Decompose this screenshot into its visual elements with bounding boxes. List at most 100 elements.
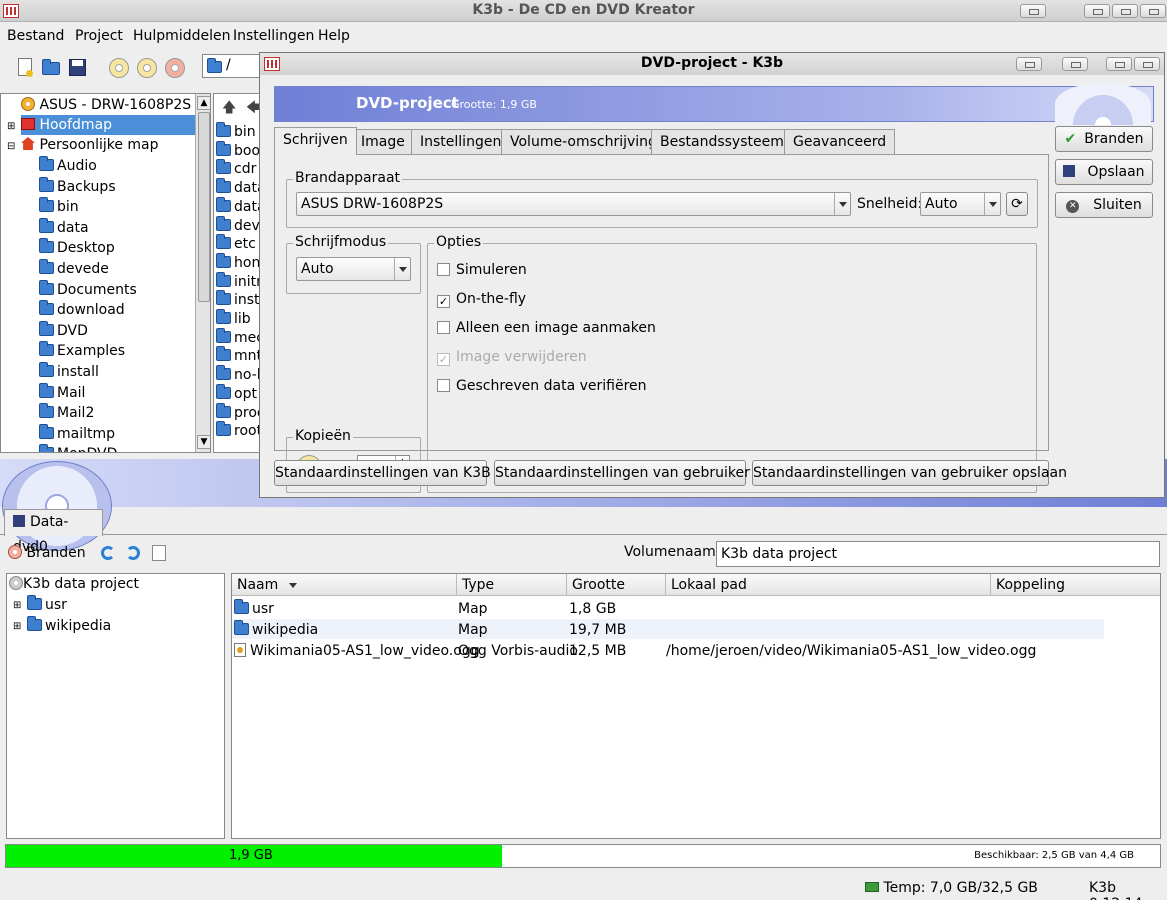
burn-image-icon[interactable] <box>137 58 157 78</box>
open-folder-icon[interactable] <box>40 56 64 80</box>
file-list-item[interactable]: hon <box>216 252 259 273</box>
tab-volume-omschrijving[interactable]: Volume-omschrijving <box>501 129 666 155</box>
tree-item-folder[interactable]: bin <box>39 197 79 217</box>
tree-item-folder[interactable]: install <box>39 362 99 382</box>
column-koppeling[interactable]: Koppeling <box>991 574 1160 596</box>
option-checkbox-row[interactable]: Simuleren <box>437 260 527 280</box>
path-combo[interactable]: / <box>202 54 260 78</box>
expand-icon[interactable]: ⊞ <box>7 121 15 132</box>
maximize-button[interactable] <box>1112 4 1138 18</box>
file-list-item[interactable]: data <box>216 178 259 198</box>
expand-icon[interactable]: ⊞ <box>13 600 21 611</box>
scroll-thumb[interactable] <box>198 112 210 302</box>
file-list-item[interactable]: root <box>216 421 259 441</box>
tree-item-persoonlijke-map[interactable]: Persoonlijke map <box>21 135 159 155</box>
file-list-item[interactable]: etc <box>216 234 256 254</box>
save-icon[interactable] <box>66 56 90 80</box>
copy-cd-icon[interactable] <box>109 58 129 78</box>
file-list-item[interactable]: mnt <box>216 346 259 366</box>
back-arrow-icon[interactable]: 🡄 <box>246 97 259 121</box>
tree-item-folder[interactable]: devede <box>39 259 109 279</box>
defaults-user-button[interactable]: Standaardinstellingen van gebruiker ▼ <box>494 460 761 486</box>
menu-hulpmiddelen[interactable]: Hulpmiddelen <box>133 28 230 44</box>
tree-item-folder[interactable]: Documents <box>39 279 137 300</box>
collapse-icon[interactable]: ⊟ <box>7 141 15 152</box>
tree-item-folder[interactable]: Examples <box>39 341 125 361</box>
dialog-maximize-button[interactable] <box>1106 57 1132 71</box>
menu-project[interactable]: Project <box>75 28 123 44</box>
tree-item-folder[interactable]: DVD <box>39 320 88 341</box>
file-list-item[interactable]: inst <box>216 290 259 310</box>
speed-select[interactable]: Auto <box>920 192 1001 216</box>
project-tree[interactable]: K3b data project ⊞ usr ⊞ wikipedia <box>6 573 225 839</box>
checkbox[interactable] <box>437 263 450 276</box>
new-file-icon[interactable] <box>14 56 38 80</box>
tree-item-folder[interactable]: Desktop <box>39 238 115 258</box>
file-list-item[interactable]: opt <box>216 383 257 404</box>
table-row[interactable]: wikipedia <box>234 620 318 640</box>
tab-instellingen[interactable]: Instellingen <box>411 129 511 155</box>
file-list[interactable]: 🡅 🡄 bin boo cdr datadata dev etchon initr inst l… <box>213 93 260 453</box>
tree-item-folder[interactable]: Mail2 <box>39 403 94 423</box>
properties-icon[interactable] <box>152 545 166 561</box>
burn-button[interactable]: ✔ Branden <box>1055 126 1153 152</box>
menu-bestand[interactable]: Bestand <box>7 28 64 44</box>
tab-data-dvd0[interactable]: Data-dvd0 <box>4 509 103 555</box>
dialog-minimize-button[interactable] <box>1016 57 1042 71</box>
tree-item-folder[interactable]: MonDVD <box>39 444 117 452</box>
reload-icon[interactable] <box>126 546 140 560</box>
project-file-table[interactable]: Naam Type Grootte Lokaal pad Koppeling u… <box>231 573 1161 839</box>
volume-name-input[interactable]: K3b data project <box>716 541 1160 567</box>
option-checkbox-row[interactable]: Alleen een image aanmaken <box>437 318 656 338</box>
tree-item-folder[interactable]: Mail <box>39 382 85 403</box>
table-row[interactable]: usr <box>234 599 274 619</box>
minimize-button[interactable] <box>1020 4 1046 18</box>
project-tree-usr[interactable]: usr <box>27 595 67 615</box>
tree-item-folder[interactable]: download <box>39 300 125 320</box>
scroll-up-icon[interactable]: ▲ <box>197 96 210 110</box>
tab-schrijven[interactable]: Schrijven <box>274 127 357 155</box>
device-select[interactable]: ASUS DRW-1608P2S <box>296 192 851 216</box>
project-burn-button[interactable]: Branden <box>8 543 86 565</box>
file-list-item[interactable]: lib <box>216 309 251 329</box>
dialog-help-button[interactable] <box>1062 57 1088 71</box>
save-button[interactable]: Opslaan <box>1055 159 1153 185</box>
defaults-user-save-button[interactable]: Standaardinstellingen van gebruiker opsl… <box>752 460 1067 486</box>
scroll-down-icon[interactable]: ▼ <box>197 435 210 449</box>
file-list-item[interactable]: cdr <box>216 159 256 179</box>
column-type[interactable]: Type <box>457 574 567 596</box>
tree-item-folder[interactable]: mailtmp <box>39 423 115 444</box>
column-grootte[interactable]: Grootte <box>567 574 666 596</box>
defaults-k3b-button[interactable]: Standaardinstellingen van K3B <box>274 460 491 486</box>
close-button[interactable]: ✕ Sluiten <box>1055 192 1153 218</box>
project-tree-wikipedia[interactable]: wikipedia <box>27 616 111 636</box>
option-checkbox-row[interactable]: ✓ On-the-fly <box>437 289 526 309</box>
file-list-item[interactable]: boo <box>216 140 259 161</box>
up-arrow-icon[interactable]: 🡅 <box>222 97 236 121</box>
tab-image[interactable]: Image <box>352 129 414 155</box>
checkbox[interactable] <box>437 321 450 334</box>
file-list-item[interactable]: proc <box>216 402 259 423</box>
table-row[interactable]: Wikimania05-AS1_low_video.ogg <box>234 641 480 661</box>
tree-item-hoofdmap[interactable]: Hoofdmap <box>21 115 196 135</box>
column-naam[interactable]: Naam <box>232 574 457 596</box>
file-list-item[interactable]: mec <box>216 327 259 348</box>
column-lokaal-pad[interactable]: Lokaal pad <box>666 574 991 596</box>
menu-instellingen[interactable]: Instellingen <box>233 28 314 44</box>
restore-button[interactable] <box>1084 4 1110 18</box>
tab-geavanceerd[interactable]: Geavanceerd <box>784 129 896 155</box>
folder-tree[interactable]: ASUS - DRW-1608P2S ⊞ Hoofdmap ⊟ Persoonl… <box>0 93 211 453</box>
file-list-item[interactable]: no-l <box>216 365 259 385</box>
tree-item-folder[interactable]: Audio <box>39 156 97 176</box>
tab-bestandssysteem[interactable]: Bestandssysteem <box>651 129 793 155</box>
tree-item-folder[interactable]: Backups <box>39 176 116 197</box>
project-root[interactable]: K3b data project <box>9 574 139 594</box>
device-item[interactable]: ASUS - DRW-1608P2S <box>21 95 191 115</box>
schrijfmodus-select[interactable]: Auto <box>296 257 411 281</box>
menu-help[interactable]: Help <box>318 28 350 44</box>
file-list-item[interactable]: initr <box>216 271 259 292</box>
tree-scrollbar[interactable]: ▲ ▼ <box>195 94 210 452</box>
file-list-item[interactable]: bin <box>216 122 256 142</box>
close-window-button[interactable] <box>1140 4 1166 18</box>
option-checkbox-row[interactable]: Geschreven data verifiëren <box>437 376 647 396</box>
